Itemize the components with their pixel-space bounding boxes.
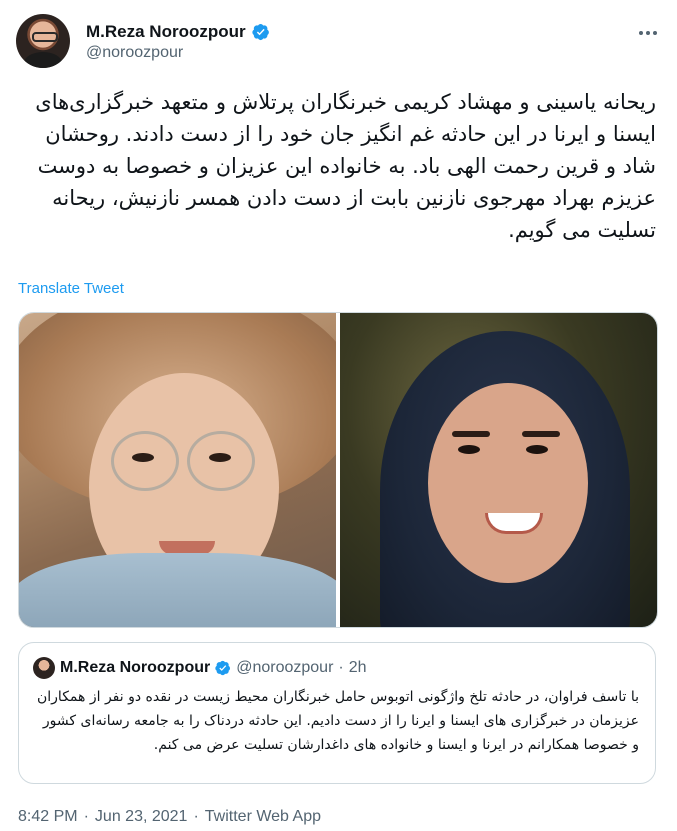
portrait-face — [428, 383, 588, 583]
translate-tweet-link[interactable]: Translate Tweet — [18, 280, 124, 297]
quoted-tweet-header: M.Reza Noroozpour @noroozpour · 2h — [33, 657, 367, 679]
tweet-media[interactable] — [18, 312, 658, 628]
portrait-scarf — [19, 553, 336, 627]
tweet-text: ریحانه یاسینی و مهشاد کریمی خبرنگاران پر… — [35, 90, 656, 242]
portrait-eye-right — [209, 453, 231, 462]
tweet-date[interactable]: Jun 23, 2021 — [95, 808, 188, 826]
avatar-shirt-detail — [24, 52, 62, 68]
quoted-author-avatar — [33, 657, 55, 679]
verified-badge-icon — [251, 23, 269, 41]
tweet-header: M.Reza Noroozpour @noroozpour — [16, 14, 661, 70]
avatar-glasses-detail — [32, 32, 58, 42]
portrait-brow-right — [522, 431, 560, 437]
portrait-eye-right — [526, 445, 548, 454]
meta-separator: · — [193, 808, 199, 825]
tweet-source[interactable]: Twitter Web App — [205, 808, 321, 826]
portrait-brow-left — [452, 431, 490, 437]
tweet-time[interactable]: 8:42 PM — [18, 808, 78, 826]
portrait-eye-left — [458, 445, 480, 454]
quoted-separator: · — [338, 659, 344, 676]
quoted-tweet-age: 2h — [348, 659, 367, 676]
tweet-meta: 8:42 PM · Jun 23, 2021 · Twitter Web App — [18, 808, 321, 826]
author-name[interactable]: M.Reza Noroozpour — [86, 22, 246, 42]
verified-badge-icon — [215, 660, 231, 676]
portrait-eye-left — [132, 453, 154, 462]
quoted-tweet-text: با تاسف فراوان، در حادثه تلخ واژگونی اتو… — [37, 689, 639, 753]
author-avatar[interactable] — [16, 14, 70, 68]
quoted-author-handle: @noroozpour — [236, 659, 334, 676]
more-options-icon[interactable] — [637, 20, 661, 40]
quoted-author-name: M.Reza Noroozpour — [60, 659, 211, 676]
media-photo-right[interactable] — [340, 313, 657, 627]
author-name-row: M.Reza Noroozpour — [86, 22, 270, 42]
author-handle[interactable]: @noroozpour — [86, 44, 183, 62]
media-photo-left[interactable] — [19, 313, 336, 627]
meta-separator: · — [83, 808, 89, 825]
quoted-tweet[interactable]: M.Reza Noroozpour @noroozpour · 2h با تا… — [18, 642, 656, 784]
